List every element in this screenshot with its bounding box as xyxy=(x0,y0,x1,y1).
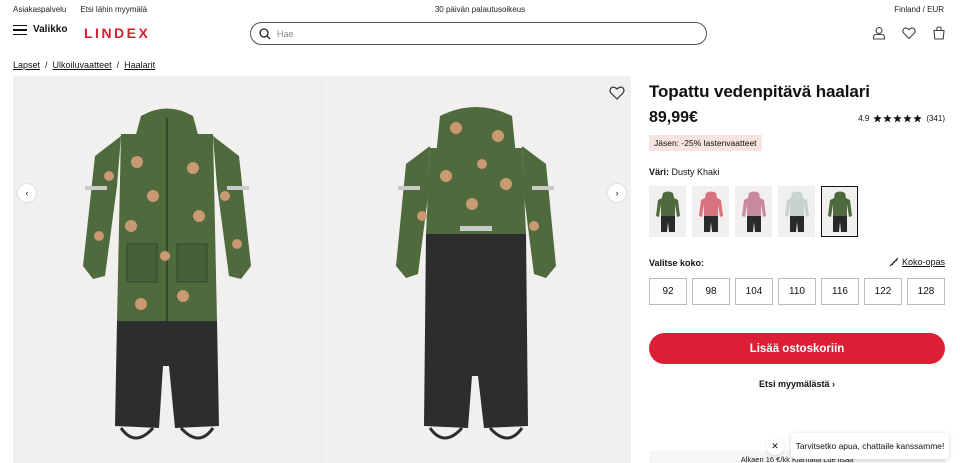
size-option-128[interactable]: 128 xyxy=(907,278,945,305)
top-utility-bar: Asiakaspalvelu Etsi lähin myymälä 30 päi… xyxy=(0,0,960,18)
gallery-next-button[interactable]: › xyxy=(608,184,626,202)
gallery-prev-button[interactable]: ‹ xyxy=(18,184,36,202)
search-input[interactable] xyxy=(277,28,677,39)
size-label: Valitse koko: xyxy=(649,258,705,268)
size-guide-link[interactable]: Koko-opas xyxy=(889,257,945,267)
add-to-cart-button[interactable]: Lisää ostoskoriin xyxy=(649,333,945,364)
color-label: Väri: Dusty Khaki xyxy=(649,167,720,177)
product-rating[interactable]: 4.9 (341) xyxy=(858,114,945,123)
member-offer-badge: Jäsen: -25% lastenvaatteet xyxy=(649,135,762,151)
returns-promo: 30 päivän palautusoikeus xyxy=(434,5,526,14)
breadcrumb-separator: / xyxy=(45,60,48,70)
color-value: Dusty Khaki xyxy=(671,167,720,177)
chat-prompt-bubble[interactable]: Tarvitsetko apua, chattaile kanssamme! xyxy=(791,433,949,459)
search-icon xyxy=(259,27,271,39)
lindex-logo[interactable]: LINDEX xyxy=(84,25,150,41)
star-icon xyxy=(913,114,922,123)
find-in-store-label: Etsi myymälästä xyxy=(758,379,830,389)
ruler-icon xyxy=(889,257,899,267)
wishlist-heart-icon[interactable] xyxy=(902,26,916,40)
size-option-104[interactable]: 104 xyxy=(735,278,773,305)
size-option-92[interactable]: 92 xyxy=(649,278,687,305)
size-option-98[interactable]: 98 xyxy=(692,278,730,305)
find-in-store-link[interactable]: Etsi myymälästä › xyxy=(649,379,945,389)
color-swatch[interactable] xyxy=(821,186,858,237)
product-image-back[interactable] xyxy=(322,76,631,463)
product-price: 89,99€ xyxy=(649,109,698,126)
color-swatch[interactable] xyxy=(649,186,686,237)
color-swatch[interactable] xyxy=(778,186,815,237)
size-option-110[interactable]: 110 xyxy=(778,278,816,305)
chevron-right-icon: › xyxy=(615,188,619,198)
color-label-key: Väri: xyxy=(649,167,670,177)
color-swatch[interactable] xyxy=(692,186,729,237)
swatch-thumbnail-icon xyxy=(784,191,809,232)
size-option-116[interactable]: 116 xyxy=(821,278,859,305)
rating-stars xyxy=(873,114,922,123)
find-store-link[interactable]: Etsi lähin myymälä xyxy=(80,5,147,14)
favorite-heart-icon[interactable] xyxy=(609,85,625,101)
product-image-front[interactable] xyxy=(13,76,322,463)
color-swatches xyxy=(649,186,858,237)
star-icon xyxy=(883,114,892,123)
review-count: (341) xyxy=(926,114,945,123)
color-swatch[interactable] xyxy=(735,186,772,237)
product-gallery xyxy=(13,76,631,463)
hamburger-icon xyxy=(13,24,27,35)
star-icon xyxy=(893,114,902,123)
menu-label: Valikko xyxy=(33,24,68,35)
swatch-thumbnail-icon xyxy=(655,191,680,232)
size-option-122[interactable]: 122 xyxy=(864,278,902,305)
breadcrumb-item-haalarit[interactable]: Haalarit xyxy=(124,60,155,70)
site-header: Valikko LINDEX xyxy=(0,18,960,50)
close-icon: ✕ xyxy=(771,440,779,451)
swatch-thumbnail-icon xyxy=(741,191,766,232)
product-info-panel: Topattu vedenpitävä haalari 89,99€ 4.9 (… xyxy=(649,82,945,389)
size-guide-label: Koko-opas xyxy=(901,257,945,267)
menu-button[interactable]: Valikko xyxy=(13,24,67,35)
locale-selector[interactable]: Finland / EUR xyxy=(894,5,944,14)
rating-value: 4.9 xyxy=(858,114,870,123)
breadcrumb: Lapset / Ulkoiluvaatteet / Haalarit xyxy=(13,60,155,70)
chevron-right-icon: › xyxy=(832,379,836,389)
shopping-bag-icon[interactable] xyxy=(932,26,946,40)
product-title: Topattu vedenpitävä haalari xyxy=(649,82,870,101)
swatch-thumbnail-icon xyxy=(698,191,723,232)
account-icon[interactable] xyxy=(872,26,886,40)
swatch-thumbnail-icon xyxy=(827,191,852,232)
star-icon xyxy=(873,114,882,123)
search-bar[interactable] xyxy=(250,22,707,45)
chevron-left-icon: ‹ xyxy=(25,188,29,198)
size-selector: 92 98 104 110 116 122 128 xyxy=(649,278,945,305)
breadcrumb-item-ulkoiluvaatteet[interactable]: Ulkoiluvaatteet xyxy=(53,60,112,70)
chat-close-button[interactable]: ✕ xyxy=(766,437,784,455)
breadcrumb-separator: / xyxy=(116,60,120,70)
star-icon xyxy=(903,114,912,123)
customer-service-link[interactable]: Asiakaspalvelu xyxy=(13,5,66,14)
breadcrumb-item-lapset[interactable]: Lapset xyxy=(13,60,40,70)
